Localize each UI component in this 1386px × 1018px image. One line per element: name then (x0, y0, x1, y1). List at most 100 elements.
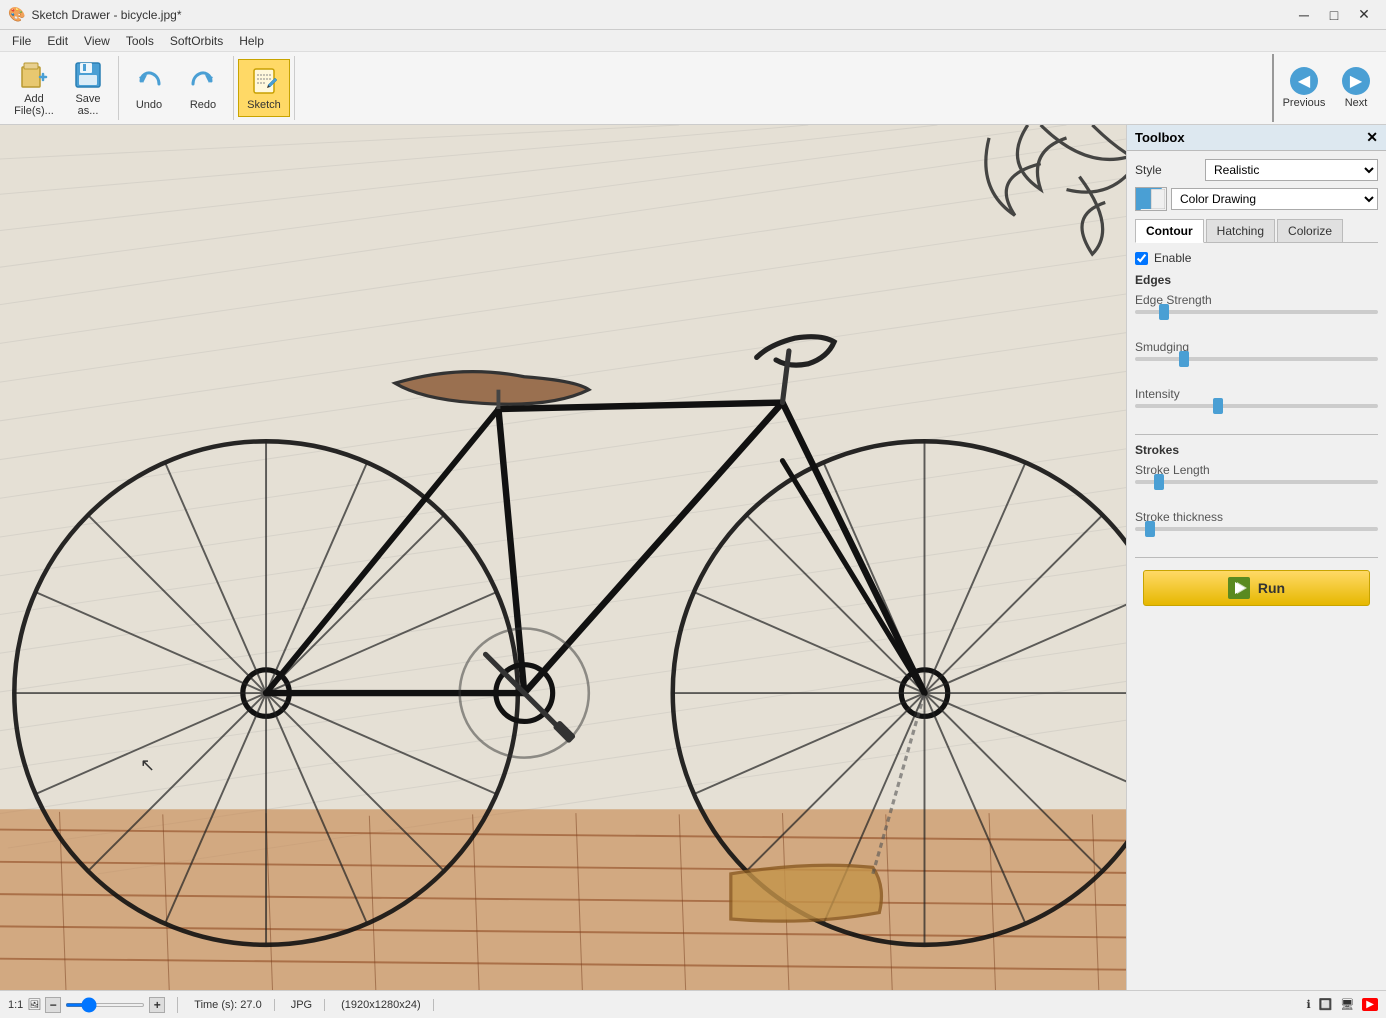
stroke-length-track (1135, 480, 1378, 484)
undo-icon (133, 65, 165, 97)
redo-icon (187, 65, 219, 97)
undo-label: Undo (136, 99, 162, 111)
main-content: ↖ Toolbox ✕ Style Realistic (0, 125, 1386, 990)
zoom-minus-button[interactable]: − (45, 997, 61, 1013)
toolbox-title: Toolbox (1135, 130, 1185, 145)
tab-hatching[interactable]: Hatching (1206, 219, 1275, 242)
youtube-icon[interactable]: ▶ (1362, 998, 1378, 1011)
add-files-label: AddFile(s)... (14, 93, 54, 117)
screen-icon[interactable]: 🔲 (1319, 998, 1333, 1011)
tab-colorize[interactable]: Colorize (1277, 219, 1343, 242)
sketch-label: Sketch (247, 99, 281, 111)
format-display: JPG (291, 999, 325, 1011)
enable-row: Enable (1135, 251, 1378, 265)
info-icon[interactable]: ℹ (1306, 998, 1310, 1011)
intensity-thumb[interactable] (1213, 398, 1223, 414)
style-row: Style Realistic (1135, 159, 1378, 181)
menu-file[interactable]: File (4, 32, 39, 50)
stroke-length-thumb[interactable] (1154, 474, 1164, 490)
save-label: Saveas... (75, 93, 100, 117)
tab-contour[interactable]: Contour (1135, 219, 1204, 243)
smudging-section: Smudging (1135, 340, 1378, 377)
previous-arrow-icon: ◀ (1290, 67, 1318, 95)
menu-view[interactable]: View (76, 32, 118, 50)
presets-select[interactable]: Color Drawing Black & White Hatching Sof… (1171, 188, 1378, 210)
stroke-length-label: Stroke Length (1135, 463, 1378, 477)
titlebar: 🎨 Sketch Drawer - bicycle.jpg* ─ □ ✕ (0, 0, 1386, 30)
canvas-area[interactable]: ↖ (0, 125, 1126, 990)
close-button[interactable]: ✕ (1350, 1, 1378, 29)
undo-button[interactable]: Undo (123, 59, 175, 117)
smudging-track (1135, 357, 1378, 361)
previous-label: Previous (1283, 97, 1326, 109)
sketch-button[interactable]: Sketch (238, 59, 290, 117)
edge-strength-thumb[interactable] (1159, 304, 1169, 320)
strokes-section-heading: Strokes (1135, 443, 1378, 457)
enable-label[interactable]: Enable (1154, 251, 1191, 265)
stroke-thickness-label: Stroke thickness (1135, 510, 1378, 524)
toolbox-close-icon[interactable]: ✕ (1366, 129, 1378, 146)
previous-button[interactable]: ◀ Previous (1278, 56, 1330, 120)
nav-buttons: ◀ Previous ▶ Next (1272, 54, 1382, 122)
intensity-section: Intensity (1135, 387, 1378, 424)
edge-strength-section: Edge Strength (1135, 293, 1378, 330)
zoom-slider[interactable] (65, 1003, 145, 1007)
redo-button[interactable]: Redo (177, 59, 229, 117)
dimensions-display: (1920x1280x24) (341, 999, 434, 1011)
time-display: Time (s): 27.0 (194, 999, 274, 1011)
zoom-value: 1:1 (8, 999, 23, 1011)
presets-icon (1135, 187, 1167, 211)
divider-1 (1135, 434, 1378, 435)
tabs-row: Contour Hatching Colorize (1135, 219, 1378, 243)
save-button[interactable]: Saveas... (62, 59, 114, 117)
time-label: Time (s): 27.0 (194, 999, 261, 1011)
edge-strength-label: Edge Strength (1135, 293, 1378, 307)
add-files-icon (18, 59, 50, 91)
toolbox-header: Toolbox ✕ (1127, 125, 1386, 151)
stroke-thickness-section: Stroke thickness (1135, 510, 1378, 547)
window-title: Sketch Drawer - bicycle.jpg* (31, 8, 1290, 22)
menu-softorbits[interactable]: SoftOrbits (162, 32, 231, 50)
stroke-thickness-thumb[interactable] (1145, 521, 1155, 537)
menubar: File Edit View Tools SoftOrbits Help (0, 30, 1386, 52)
save-icon (72, 59, 104, 91)
toolbox-body: Style Realistic Color Drawing Black & Wh… (1127, 151, 1386, 990)
sketch-canvas: ↖ (0, 125, 1126, 990)
toolbox: Toolbox ✕ Style Realistic (1126, 125, 1386, 990)
style-label: Style (1135, 163, 1205, 177)
sketch-icon (248, 65, 280, 97)
menu-edit[interactable]: Edit (39, 32, 76, 50)
edges-section-heading: Edges (1135, 273, 1378, 287)
smudging-thumb[interactable] (1179, 351, 1189, 367)
intensity-label: Intensity (1135, 387, 1378, 401)
menu-tools[interactable]: Tools (118, 32, 162, 50)
zoom-control: 1:1 🖼 − + (8, 997, 178, 1013)
style-select[interactable]: Realistic (1205, 159, 1378, 181)
enable-checkbox[interactable] (1135, 252, 1148, 265)
divider-2 (1135, 557, 1378, 558)
stroke-thickness-track (1135, 527, 1378, 531)
monitor-icon[interactable]: 🖥 (1340, 998, 1354, 1011)
add-files-button[interactable]: AddFile(s)... (8, 59, 60, 117)
stroke-length-section: Stroke Length (1135, 463, 1378, 500)
run-button[interactable]: Run (1143, 570, 1370, 606)
statusbar: 1:1 🖼 − + Time (s): 27.0 JPG (1920x1280x… (0, 990, 1386, 1018)
menu-help[interactable]: Help (231, 32, 272, 50)
next-button[interactable]: ▶ Next (1330, 56, 1382, 120)
toolbar: AddFile(s)... Saveas... Undo (0, 52, 1386, 125)
redo-label: Redo (190, 99, 216, 111)
dimensions-label: (1920x1280x24) (341, 999, 421, 1011)
zoom-plus-button[interactable]: + (149, 997, 165, 1013)
presets-row: Color Drawing Black & White Hatching Sof… (1135, 187, 1378, 211)
edge-strength-track (1135, 310, 1378, 314)
next-label: Next (1345, 97, 1368, 109)
minimize-button[interactable]: ─ (1290, 1, 1318, 29)
intensity-track (1135, 404, 1378, 408)
format-label: JPG (291, 999, 312, 1011)
next-arrow-icon: ▶ (1342, 67, 1370, 95)
image-icon: 🖼 (27, 998, 41, 1011)
run-arrow-icon (1228, 577, 1250, 599)
maximize-button[interactable]: □ (1320, 1, 1348, 29)
run-label: Run (1258, 580, 1285, 596)
smudging-label: Smudging (1135, 340, 1378, 354)
